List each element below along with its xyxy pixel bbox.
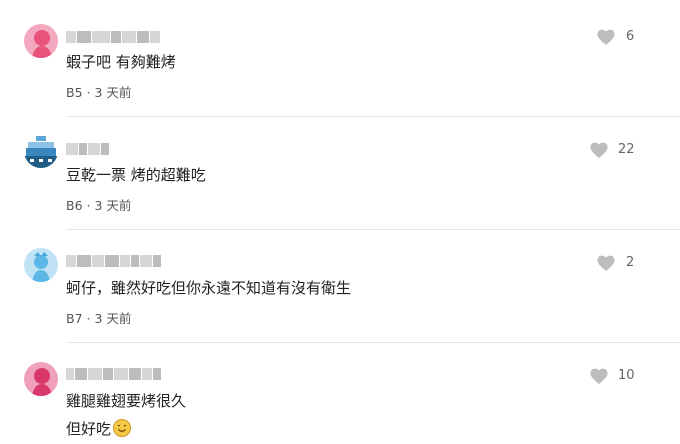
meta-separator: · — [86, 198, 91, 213]
heart-icon[interactable] — [589, 141, 609, 159]
avatar-silhouette-icon — [24, 362, 58, 396]
heart-icon[interactable] — [596, 254, 616, 272]
comment-text: 豆乾一票 烤的超難吃 — [66, 166, 206, 184]
like-count: 22 — [618, 142, 635, 157]
post-time: 3 天前 — [94, 311, 132, 326]
comment-text: 蝦子吧 有夠難烤 — [66, 53, 176, 71]
avatar[interactable] — [24, 248, 58, 282]
author-name-blurred[interactable] — [66, 254, 161, 268]
like-count: 10 — [618, 368, 635, 383]
heart-icon[interactable] — [589, 367, 609, 385]
floor-number[interactable]: B6 — [66, 198, 83, 213]
avatar[interactable] — [24, 362, 58, 396]
avatar-pixel-icon — [24, 134, 58, 168]
post-time: 3 天前 — [94, 198, 132, 213]
meta-separator: · — [86, 311, 91, 326]
divider — [66, 116, 680, 117]
post-time: 3 天前 — [94, 85, 132, 100]
comment-text-line2: 但好吃 — [66, 419, 132, 439]
like-count: 6 — [626, 29, 635, 44]
comment-meta: B7 · 3 天前 — [66, 308, 131, 327]
author-name-blurred[interactable] — [66, 142, 109, 156]
avatar-silhouette-icon — [24, 24, 58, 58]
avatar[interactable] — [24, 134, 58, 168]
divider — [66, 342, 680, 343]
avatar[interactable] — [24, 24, 58, 58]
comment-text: 蚵仔，雖然好吃但你永遠不知道有沒有衛生 — [66, 279, 352, 297]
author-name-blurred[interactable] — [66, 367, 161, 381]
comment-meta: B5 · 3 天前 — [66, 82, 131, 101]
like-count: 2 — [626, 255, 635, 270]
comment-meta: B6 · 3 天前 — [66, 195, 131, 214]
comment-text-line2-content: 但好吃 — [66, 420, 112, 438]
smile-emoji-icon — [113, 419, 132, 437]
floor-number[interactable]: B7 — [66, 311, 83, 326]
author-name-blurred[interactable] — [66, 30, 160, 44]
avatar-silhouette-icon — [24, 248, 58, 282]
meta-separator: · — [86, 85, 91, 100]
floor-number[interactable]: B5 — [66, 85, 83, 100]
heart-icon[interactable] — [596, 28, 616, 46]
comment-text: 雞腿雞翅要烤很久 — [66, 392, 187, 410]
divider — [66, 229, 680, 230]
